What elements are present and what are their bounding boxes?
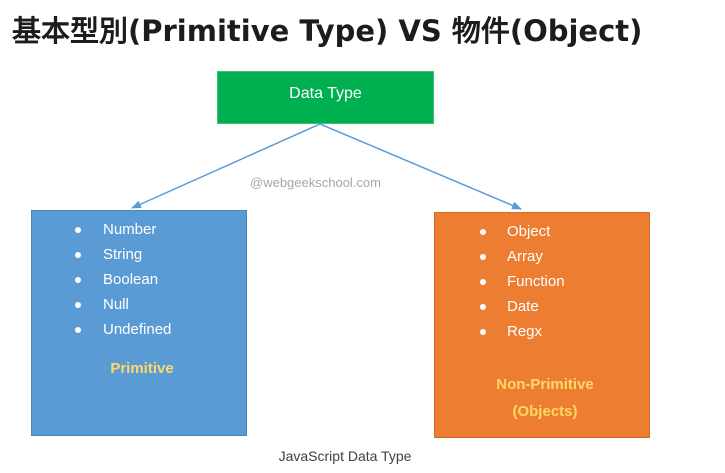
item-label: Function (507, 273, 565, 290)
item-label: Array (507, 248, 543, 265)
diagram-caption: JavaScript Data Type (278, 448, 412, 464)
data-type-root-box: Data Type (217, 71, 434, 124)
list-item: Object (435, 222, 649, 247)
bullet-icon (75, 277, 81, 283)
list-item: Undefined (32, 320, 246, 345)
bullet-icon (480, 229, 486, 235)
bullet-icon (480, 304, 486, 310)
non-primitive-box: Object Array Function Date Regx Non-Prim… (434, 212, 650, 438)
non-primitive-label-line1: Non-Primitive (496, 376, 594, 393)
connector-to-non-primitive (319, 123, 522, 210)
item-label: Object (507, 223, 551, 240)
connector-to-primitive (131, 123, 321, 209)
item-label: Undefined (103, 321, 172, 338)
data-type-label: Data Type (289, 84, 362, 102)
bullet-icon (75, 302, 81, 308)
bullet-icon (75, 252, 81, 258)
primitive-label: Primitive (110, 360, 174, 377)
item-label: Date (507, 298, 539, 315)
non-primitive-label: Non-Primitive (Objects) (435, 371, 649, 425)
list-item: Null (32, 295, 246, 320)
list-item: Regx (435, 322, 649, 347)
list-item: Array (435, 247, 649, 272)
item-label: Regx (507, 323, 543, 340)
item-label: Null (103, 296, 129, 313)
bullet-icon (480, 329, 486, 335)
list-item: Date (435, 297, 649, 322)
primitive-list: Number String Boolean Null Undefined (32, 220, 246, 345)
bullet-icon (480, 254, 486, 260)
list-item: Function (435, 272, 649, 297)
list-item: Boolean (32, 270, 246, 295)
list-item: Number (32, 220, 246, 245)
list-item: String (32, 245, 246, 270)
bullet-icon (75, 227, 81, 233)
primitive-box: Number String Boolean Null Undefined Pri… (31, 210, 247, 436)
non-primitive-list: Object Array Function Date Regx (435, 222, 649, 347)
bullet-icon (75, 327, 81, 333)
watermark-text: @webgeekschool.com (250, 175, 381, 190)
bullet-icon (480, 279, 486, 285)
non-primitive-label-line2: (Objects) (512, 403, 578, 420)
item-label: Number (103, 221, 157, 238)
item-label: Boolean (103, 271, 159, 288)
item-label: String (103, 246, 143, 263)
